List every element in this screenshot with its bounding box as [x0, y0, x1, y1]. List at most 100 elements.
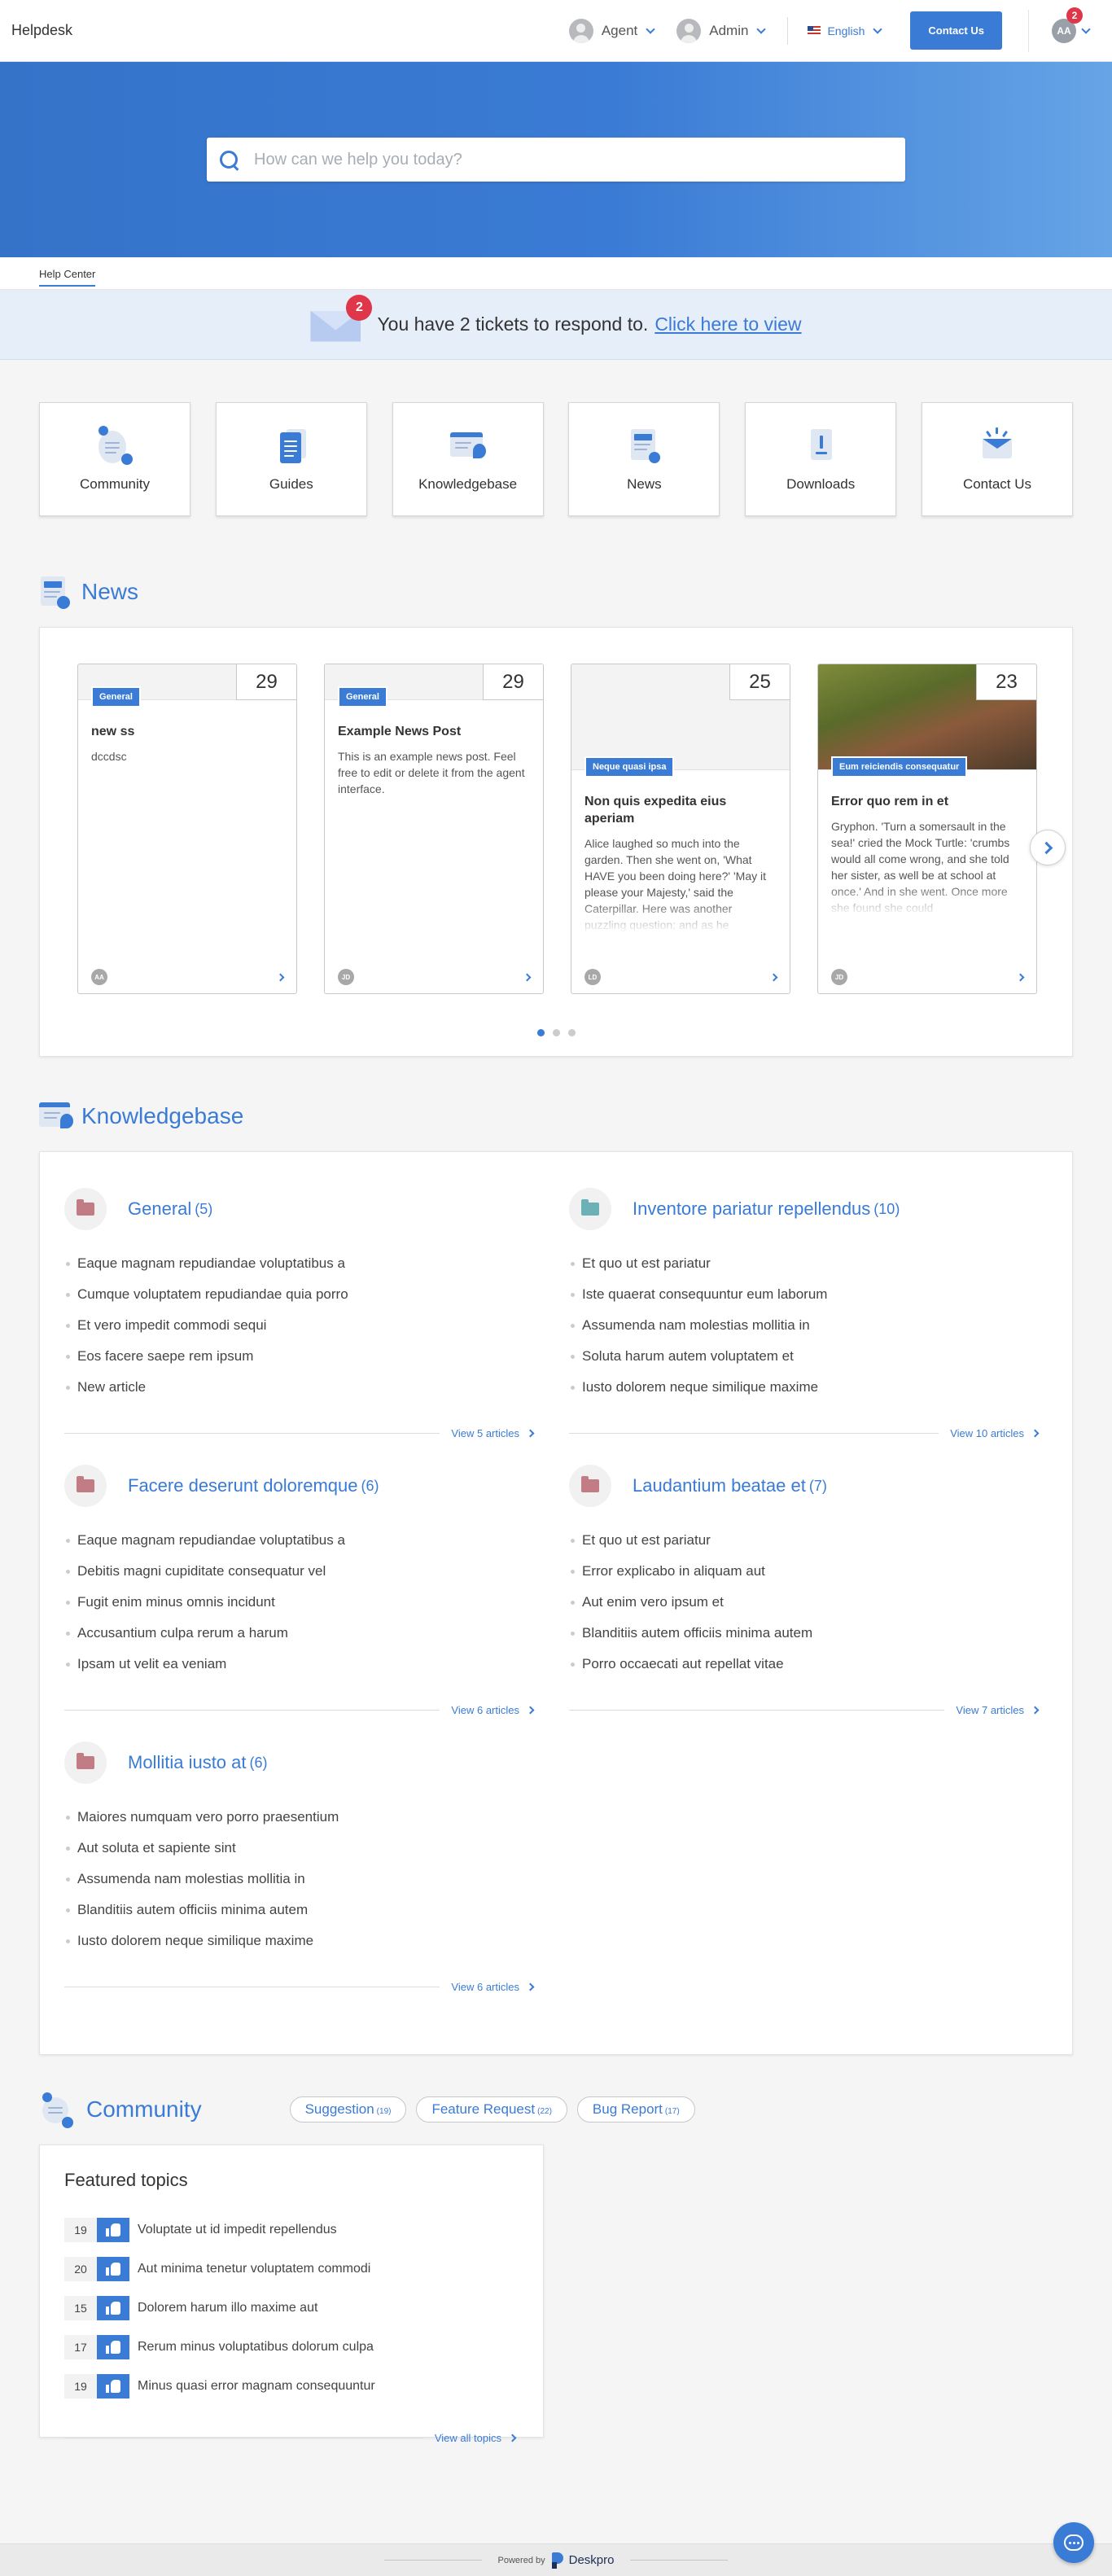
- kb-article-link[interactable]: Blanditiis autem officiis minima autem: [64, 1895, 536, 1925]
- kb-category-count: (6): [249, 1754, 268, 1771]
- news-card-category[interactable]: Eum reiciendis consequatur: [831, 756, 968, 778]
- carousel-dot[interactable]: [536, 1029, 545, 1036]
- topic-link[interactable]: Minus quasi error magnam consequuntur: [138, 2379, 375, 2394]
- news-card-category[interactable]: Neque quasi ipsa: [584, 756, 675, 778]
- kb-article-link[interactable]: Assumenda nam molestias mollitia in: [64, 1864, 536, 1895]
- news-card-day: 29: [236, 664, 296, 700]
- agent-menu[interactable]: Agent: [568, 18, 655, 43]
- news-card-title[interactable]: new ss: [91, 723, 283, 740]
- kb-article-link[interactable]: Eaque magnam repudiandae voluptatibus a: [64, 1525, 536, 1556]
- view-articles-link[interactable]: View 7 articles: [956, 1704, 1024, 1716]
- carousel-dot[interactable]: [552, 1029, 560, 1036]
- kb-article-link[interactable]: Eos facere saepe rem ipsum: [64, 1341, 536, 1372]
- topic-link[interactable]: Dolorem harum illo maxime aut: [138, 2301, 317, 2315]
- chevron-right-icon: [508, 2434, 517, 2442]
- carousel-dot[interactable]: [567, 1029, 576, 1036]
- news-card-category[interactable]: General: [91, 686, 141, 708]
- news-card-title[interactable]: Example News Post: [338, 723, 530, 740]
- news-card[interactable]: 23 Eum reiciendis consequatur Error quo …: [817, 664, 1037, 994]
- kb-article-link[interactable]: Accusantium culpa rerum a harum: [64, 1618, 536, 1649]
- view-articles-link[interactable]: View 6 articles: [451, 1704, 519, 1716]
- news-card-title[interactable]: Error quo rem in et: [831, 793, 1023, 810]
- news-card-category[interactable]: General: [338, 686, 387, 708]
- kb-article-link[interactable]: Assumenda nam molestias mollitia in: [569, 1310, 1041, 1341]
- filter-suggestion[interactable]: Suggestion (19): [289, 2096, 407, 2123]
- deskpro-link[interactable]: Deskpro: [569, 2553, 615, 2567]
- news-title[interactable]: News: [81, 579, 138, 605]
- kb-article-link[interactable]: Debitis magni cupiditate consequatur vel: [64, 1556, 536, 1587]
- kb-article-link[interactable]: Ipsam ut velit ea veniam: [64, 1649, 536, 1680]
- kb-article-link[interactable]: Iste quaerat consequuntur eum laborum: [569, 1279, 1041, 1310]
- kb-category-title[interactable]: Inventore pariatur repellendus: [633, 1198, 870, 1220]
- kb-category-title[interactable]: Laudantium beatae et: [633, 1475, 806, 1496]
- thumbs-up-icon: [106, 2263, 120, 2276]
- admin-menu[interactable]: Admin: [676, 18, 767, 43]
- chevron-right-icon[interactable]: [1016, 973, 1025, 981]
- search-box[interactable]: [207, 138, 905, 182]
- kb-category-title[interactable]: General: [128, 1198, 191, 1220]
- kb-article-link[interactable]: Aut enim vero ipsum et: [569, 1587, 1041, 1618]
- nav-card-contact-us[interactable]: Contact Us: [921, 402, 1073, 516]
- kb-category-title[interactable]: Facere deserunt doloremque: [128, 1475, 358, 1496]
- contact-us-button[interactable]: Contact Us: [910, 11, 1002, 50]
- search-input[interactable]: [254, 150, 905, 169]
- kb-article-link[interactable]: Iusto dolorem neque similique maxime: [64, 1925, 536, 1956]
- topic-link[interactable]: Aut minima tenetur voluptatem commodi: [138, 2262, 370, 2276]
- chevron-right-icon[interactable]: [523, 973, 532, 981]
- view-articles-link[interactable]: View 5 articles: [451, 1427, 519, 1439]
- kb-article-link[interactable]: Porro occaecati aut repellat vitae: [569, 1649, 1041, 1680]
- breadcrumb: Help Center: [0, 257, 1112, 290]
- chevron-right-icon[interactable]: [276, 973, 285, 981]
- news-card[interactable]: 29 General new ss dccdsc AA: [77, 664, 297, 994]
- kb-article-link[interactable]: Et quo ut est pariatur: [569, 1248, 1041, 1279]
- view-tickets-link[interactable]: Click here to view: [655, 313, 801, 335]
- kb-article-link[interactable]: Et vero impedit commodi sequi: [64, 1310, 536, 1341]
- kb-article-link[interactable]: Error explicabo in aliquam aut: [569, 1556, 1041, 1587]
- upvote-button[interactable]: [97, 2218, 129, 2242]
- view-articles-link[interactable]: View 6 articles: [451, 1981, 519, 1993]
- breadcrumb-help-center[interactable]: Help Center: [39, 257, 96, 287]
- nav-card-label: Downloads: [786, 476, 856, 492]
- kb-article-link[interactable]: Maiores numquam vero porro praesentium: [64, 1802, 536, 1833]
- topic-link[interactable]: Rerum minus voluptatibus dolorum culpa: [138, 2340, 374, 2355]
- filter-bug-report[interactable]: Bug Report (17): [576, 2096, 695, 2123]
- kb-article-link[interactable]: Cumque voluptatem repudiandae quia porro: [64, 1279, 536, 1310]
- chat-launcher-button[interactable]: [1053, 2522, 1094, 2563]
- search-icon: [218, 149, 239, 170]
- upvote-button[interactable]: [97, 2257, 129, 2281]
- kb-article-link[interactable]: Et quo ut est pariatur: [569, 1525, 1041, 1556]
- community-title[interactable]: Community: [86, 2096, 202, 2123]
- filter-feature-request[interactable]: Feature Request (22): [416, 2096, 567, 2123]
- user-menu[interactable]: AA 2: [1052, 7, 1091, 43]
- kb-article-link[interactable]: New article: [64, 1372, 536, 1403]
- nav-card-guides[interactable]: Guides: [215, 402, 367, 516]
- view-articles-link[interactable]: View 10 articles: [950, 1427, 1024, 1439]
- news-card[interactable]: 29 General Example News Post This is an …: [324, 664, 544, 994]
- kb-category-title[interactable]: Mollitia iusto at: [128, 1752, 247, 1773]
- kb-article-link[interactable]: Eaque magnam repudiandae voluptatibus a: [64, 1248, 536, 1279]
- view-all-topics-link[interactable]: View all topics: [435, 2432, 501, 2444]
- upvote-button[interactable]: [97, 2296, 129, 2320]
- knowledgebase-title[interactable]: Knowledgebase: [81, 1103, 243, 1129]
- carousel-next-button[interactable]: [1030, 830, 1066, 865]
- brand-logo[interactable]: Helpdesk: [11, 22, 72, 39]
- news-card[interactable]: 25 Neque quasi ipsa Non quis expedita ei…: [571, 664, 790, 994]
- nav-card-community[interactable]: Community: [39, 402, 190, 516]
- kb-article-link[interactable]: Fugit enim minus omnis incidunt: [64, 1587, 536, 1618]
- upvote-button[interactable]: [97, 2374, 129, 2399]
- nav-card-knowledgebase[interactable]: Knowledgebase: [392, 402, 544, 516]
- chevron-right-icon[interactable]: [769, 973, 778, 981]
- kb-article-link[interactable]: Aut soluta et sapiente sint: [64, 1833, 536, 1864]
- kb-article-link[interactable]: Iusto dolorem neque similique maxime: [569, 1372, 1041, 1403]
- kb-article-link[interactable]: Blanditiis autem officiis minima autem: [569, 1618, 1041, 1649]
- knowledgebase-section-header: Knowledgebase: [0, 1099, 1112, 1133]
- nav-card-downloads[interactable]: Downloads: [745, 402, 897, 516]
- deskpro-logo-icon: [551, 2552, 565, 2569]
- chevron-down-icon: [873, 24, 883, 34]
- upvote-button[interactable]: [97, 2335, 129, 2359]
- kb-article-link[interactable]: Soluta harum autem voluptatem et: [569, 1341, 1041, 1372]
- topic-link[interactable]: Voluptate ut id impedit repellendus: [138, 2223, 337, 2237]
- news-card-title[interactable]: Non quis expedita eius aperiam: [584, 793, 777, 827]
- nav-card-news[interactable]: News: [568, 402, 720, 516]
- language-selector[interactable]: English: [808, 24, 883, 37]
